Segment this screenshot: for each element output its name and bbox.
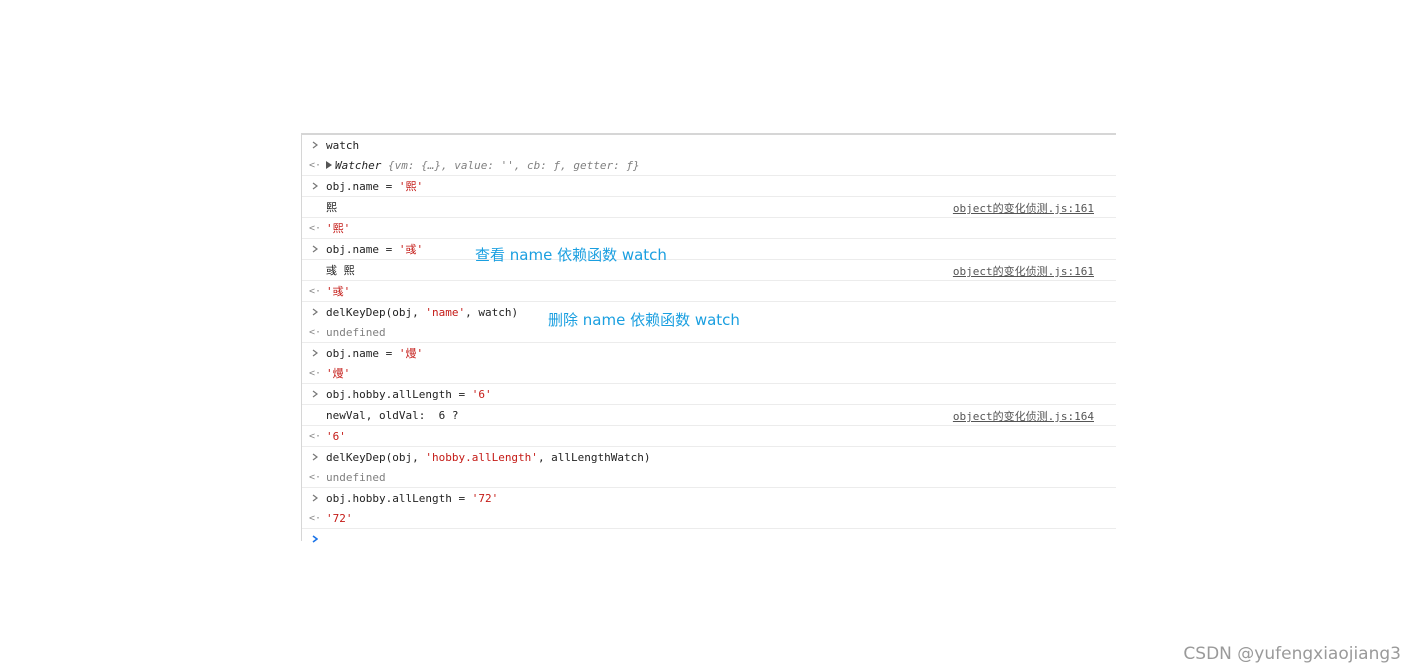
console-result-row: <· '72' — [302, 508, 1116, 529]
code-text: obj.name = — [326, 242, 399, 256]
console-log-row: newVal, oldVal: 6 ? object的变化侦测.js:164 — [302, 405, 1116, 426]
console-input-row: obj.hobby.allLength = '72' — [302, 488, 1116, 508]
console-result-row: <· '彧' — [302, 281, 1116, 302]
result-arrow-icon: <· — [308, 430, 322, 442]
console-input-row: obj.name = '熳' — [302, 343, 1116, 363]
console-log-row: 彧 熙 object的变化侦测.js:161 — [302, 260, 1116, 281]
console-input-row: watch — [302, 135, 1116, 155]
result-arrow-icon: <· — [308, 367, 322, 379]
input-chevron-icon — [310, 239, 320, 259]
annotation-delete-dependency: 删除 name 依赖函数 watch — [548, 311, 740, 329]
console-input-row: obj.name = '熙' — [302, 176, 1116, 197]
result-arrow-icon: <· — [308, 159, 322, 171]
result-arrow-icon: <· — [308, 222, 322, 234]
result-arrow-icon: <· — [308, 471, 322, 483]
input-chevron-icon — [310, 176, 320, 196]
code-text: obj.name = — [326, 179, 399, 193]
console-result-row: <· undefined — [302, 467, 1116, 488]
result-arrow-icon: <· — [308, 512, 322, 524]
result-arrow-icon: <· — [308, 326, 322, 338]
result-string: '熳' — [326, 367, 351, 380]
string-literal: 'name' — [425, 305, 466, 319]
console-log-row: 熙 object的变化侦测.js:161 — [302, 197, 1116, 218]
string-literal: 'hobby.allLength' — [425, 450, 538, 464]
result-string: '熙' — [326, 222, 351, 235]
string-literal: '6' — [471, 387, 492, 401]
input-chevron-icon — [310, 384, 320, 404]
input-chevron-icon — [310, 135, 320, 155]
console-result-row: <· '熙' — [302, 218, 1116, 239]
code-text: obj.name = — [326, 346, 399, 360]
string-literal: '彧' — [398, 243, 424, 256]
console-prompt-row[interactable] — [302, 529, 1116, 549]
source-link[interactable]: object的变化侦测.js:164 — [953, 408, 1094, 424]
object-class-name: Watcher — [335, 158, 388, 172]
result-string: '72' — [326, 511, 353, 525]
console-input-row: obj.name = '彧' — [302, 239, 1116, 260]
console-input-row: obj.hobby.allLength = '6' — [302, 384, 1116, 405]
code-text: , watch) — [465, 305, 519, 319]
log-text: 熙 — [326, 201, 337, 214]
object-preview: {vm: {…}, value: '', cb: ƒ, getter: ƒ} — [387, 158, 640, 172]
console-input-row: delKeyDep(obj, 'hobby.allLength', allLen… — [302, 447, 1116, 467]
console-output-row[interactable]: <· Watcher {vm: {…}, value: '', cb: ƒ, g… — [302, 155, 1116, 176]
result-string: '彧' — [326, 285, 351, 298]
string-literal: '72' — [471, 491, 499, 505]
input-chevron-icon — [310, 488, 320, 508]
result-undefined: undefined — [326, 470, 386, 484]
console-input-text: watch — [326, 138, 360, 152]
string-literal: '熳' — [398, 347, 424, 360]
input-chevron-icon — [310, 343, 320, 363]
code-text: delKeyDep(obj, — [326, 450, 426, 464]
source-link[interactable]: object的变化侦测.js:161 — [953, 200, 1094, 216]
devtools-console: watch <· Watcher {vm: {…}, value: '', cb… — [301, 133, 1116, 543]
console-result-row: <· '熳' — [302, 363, 1116, 384]
log-text: 彧 熙 — [326, 264, 355, 277]
source-link[interactable]: object的变化侦测.js:161 — [953, 263, 1094, 279]
code-text: obj.hobby.allLength = — [326, 491, 472, 505]
result-string: '6' — [326, 429, 346, 443]
result-arrow-icon: <· — [308, 285, 322, 297]
result-undefined: undefined — [326, 325, 386, 339]
console-result-row: <· '6' — [302, 426, 1116, 447]
watermark: CSDN @yufengxiaojiang3 — [1183, 644, 1401, 664]
code-text: obj.hobby.allLength = — [326, 387, 472, 401]
log-text: newVal, oldVal: 6 ? — [326, 408, 459, 422]
string-literal: '熙' — [398, 180, 424, 193]
expand-triangle-icon[interactable] — [326, 161, 332, 169]
input-chevron-icon — [310, 447, 320, 467]
prompt-chevron-icon — [310, 529, 320, 549]
code-text: delKeyDep(obj, — [326, 305, 426, 319]
annotation-view-dependency: 查看 name 依赖函数 watch — [475, 246, 667, 264]
input-chevron-icon — [310, 302, 320, 322]
code-text: , allLengthWatch) — [537, 450, 651, 464]
